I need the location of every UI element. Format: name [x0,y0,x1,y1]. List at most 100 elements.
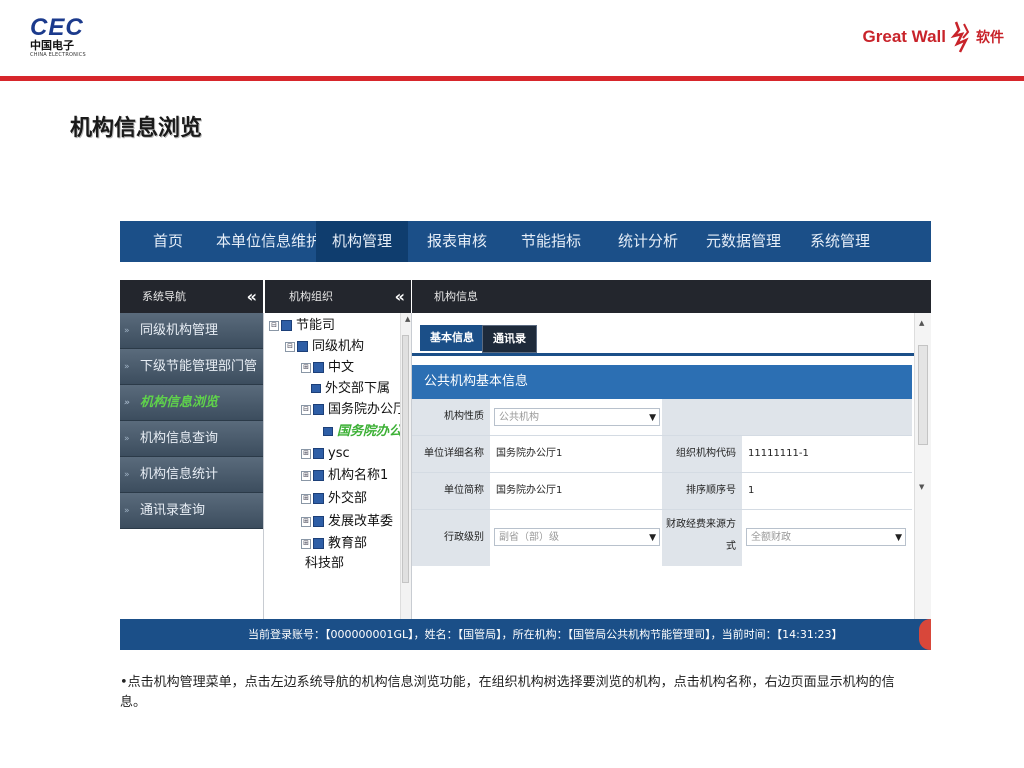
tree-toggle-icon[interactable]: ⊟ [301,404,311,415]
org-tree: ⊟节能司 ⊟同级机构 ⊞中文 外交部下属 ⊟国务院办公厅 国务院办公厅1 ⊞ys… [265,313,412,619]
nature-select[interactable]: 公共机构 ▼ [494,408,660,426]
nav-system[interactable]: 系统管理 [810,221,870,262]
status-bar: 当前登录账号：【000000001GL】，姓名：【国管局】，所在机构：【国管局公… [120,619,931,650]
sidebar-item-org-query[interactable]: » 机构信息查询 [120,421,263,457]
folder-icon [313,516,324,527]
order-value: 1 [742,473,912,509]
folder-icon [313,538,324,549]
fullname-label: 单位详细名称 [412,436,490,472]
nav-report-review[interactable]: 报表审核 [427,221,487,262]
tree-toggle-icon[interactable]: ⊞ [301,448,311,459]
scroll-thumb[interactable] [402,335,409,583]
table-row: 行政级别 副省（部）级 ▼ 财政经费来源方 式 全额财政 ▼ [412,510,912,566]
tree-header: 机构组织 « [265,280,411,313]
nav-statistics[interactable]: 统计分析 [618,221,678,262]
nav-home[interactable]: 首页 [153,221,183,262]
scroll-down-icon[interactable]: ▼ [919,483,924,491]
great-wall-soft: 软件 [976,30,1004,46]
collapse-icon[interactable]: « [395,280,405,313]
table-row: 单位详细名称 国务院办公厅1 组织机构代码 11111111-1 [412,436,912,473]
logout-button[interactable] [919,619,931,650]
level-label: 行政级别 [412,510,490,566]
cec-logo-cn: 中国电子 [30,39,74,52]
content-panel: 基本信息 通讯录 公共机构基本信息 机构性质 公共机构 ▼ 单位详细名称 国务院办… [412,313,931,619]
tree-node[interactable]: ⊞ 教育部 [301,533,367,554]
collapse-icon[interactable]: « [247,280,257,313]
funding-select[interactable]: 全额财政 ▼ [746,528,906,546]
content-header: 机构信息 [412,280,931,313]
nav-unit-info[interactable]: 本单位信息维护 [216,221,321,262]
scroll-up-icon[interactable]: ▲ [405,315,410,323]
tree-node[interactable]: 外交部下属 [311,378,390,399]
nav-org-management[interactable]: 机构管理 [316,221,409,262]
chevron-down-icon: ▼ [649,533,656,543]
tree-toggle-icon[interactable]: ⊞ [301,470,311,481]
status-text: 当前登录账号：【000000001GL】，姓名：【国管局】，所在机构：【国管局公… [248,628,843,641]
folder-icon [313,404,324,415]
tab-contacts[interactable]: 通讯录 [482,325,537,353]
great-wall-mark-icon [950,21,970,53]
chevron-down-icon: ▼ [895,533,902,543]
tree-scrollbar[interactable]: ▲ [400,313,411,619]
chevron-right-icon: » [124,506,130,516]
funding-label: 财政经费来源方 式 [662,510,742,566]
tree-node[interactable]: ⊞ 中文 [301,357,354,378]
nav-energy-indicator[interactable]: 节能指标 [521,221,581,262]
tree-node[interactable]: ⊟ 国务院办公厅 [301,399,406,420]
folder-icon [313,470,324,481]
sidebar-item-org-stats[interactable]: » 机构信息统计 [120,457,263,493]
folder-icon [313,362,324,373]
shortname-value: 国务院办公厅1 [490,473,662,509]
scroll-up-icon[interactable]: ▲ [919,319,924,327]
nav-metadata[interactable]: 元数据管理 [706,221,781,262]
chevron-right-icon: » [124,362,130,372]
sidebar-item-peer-org[interactable]: » 同级机构管理 [120,313,263,349]
chevron-right-icon: » [124,470,130,480]
sidebar-header: 系统导航 « [120,280,263,313]
sidebar-item-sub-dept[interactable]: »下级节能管理部门管理 [120,349,263,410]
tree-toggle-icon[interactable]: ⊟ [285,341,295,352]
tree-node[interactable]: ⊟ 节能司 [269,315,335,336]
folder-icon [313,493,324,504]
chevron-right-icon: » [124,398,130,408]
sidebar-item-contacts-query[interactable]: » 通讯录查询 [120,493,263,529]
cec-logo-text: CEC [30,14,84,41]
tree-node[interactable]: ⊞ 机构名称1 [301,465,388,486]
scroll-thumb[interactable] [918,345,928,445]
tree-toggle-icon[interactable]: ⊞ [301,516,311,527]
tree-node[interactable]: ⊞ 外交部 [301,488,367,509]
top-nav: 首页 本单位信息维护 机构管理 报表审核 节能指标 统计分析 元数据管理 系统管… [120,221,931,262]
tree-title: 机构组织 [289,290,333,303]
tree-toggle-icon[interactable]: ⊞ [301,538,311,549]
tree-toggle-icon[interactable]: ⊟ [269,320,279,331]
tab-basic-info[interactable]: 基本信息 [420,325,484,351]
great-wall-logo: Great Wall 软件 [863,20,1004,54]
content-scrollbar[interactable]: ▲ ▼ [914,313,931,619]
orgcode-value: 11111111-1 [742,436,912,472]
fullname-value: 国务院办公厅1 [490,436,662,472]
tree-node[interactable]: ⊞ 发展改革委 [301,511,393,532]
chevron-right-icon: » [124,326,130,336]
description-text: •点击机构管理菜单，点击左边系统导航的机构信息浏览功能，在组织机构树选择要浏览的… [120,675,895,710]
tree-toggle-icon[interactable]: ⊞ [301,362,311,373]
page-title: 机构信息浏览 [70,116,203,141]
shortname-label: 单位简称 [412,473,490,509]
chevron-down-icon: ▼ [649,413,656,423]
sidebar-item-org-browse[interactable]: » 机构信息浏览 [120,385,263,421]
section-title: 公共机构基本信息 [412,365,912,399]
header-divider [0,76,1024,81]
cec-logo-en: CHINA ELECTRONICS [30,52,86,58]
content-title: 机构信息 [434,290,478,303]
folder-icon [281,320,292,331]
folder-icon [297,341,308,352]
tree-toggle-icon[interactable]: ⊞ [301,493,311,504]
tree-node[interactable]: 科技部 [305,553,344,574]
orgcode-label: 组织机构代码 [662,436,742,472]
level-select[interactable]: 副省（部）级 ▼ [494,528,660,546]
great-wall-brand: Great Wall [862,27,946,46]
leaf-icon [311,384,321,393]
tree-node-selected[interactable]: 国务院办公厅1 [323,421,411,442]
tree-node[interactable]: ⊞ ysc [301,443,350,464]
tree-node[interactable]: ⊟ 同级机构 [285,336,364,357]
order-label: 排序顺序号 [662,473,742,509]
